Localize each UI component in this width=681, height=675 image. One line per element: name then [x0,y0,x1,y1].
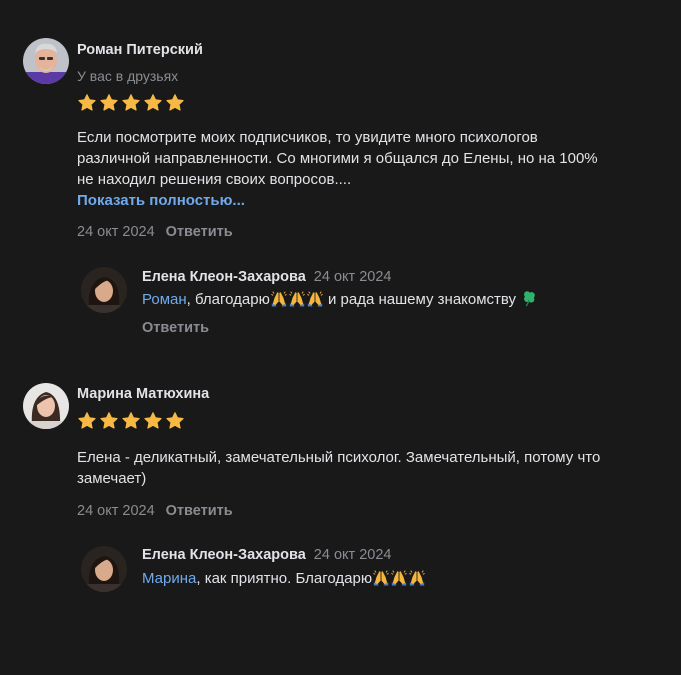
reply-text: Роман, благодарю и рада нашему знакомств… [142,289,538,308]
reply-header: Елена Клеон-Захарова 24 окт 2024 [142,547,391,563]
avatar-elena-image [81,546,127,592]
reply-text: Марина, как приятно. Благодарю [142,568,426,587]
star-icon [77,93,97,113]
reply-avatar[interactable] [81,267,127,313]
avatar[interactable] [23,383,69,429]
avatar-marina-image [23,383,69,429]
star-icon [99,93,119,113]
star-icon [121,93,141,113]
friend-status: У вас в друзьях [77,68,179,84]
reply-author-name[interactable]: Елена Клеон-Захарова [142,547,306,563]
rating-stars [77,93,185,113]
reply-button[interactable]: Ответить [166,224,233,240]
review-text-line: Елена - деликатный, замечательный психол… [77,449,601,466]
review-text: Елена - деликатный, замечательный психол… [77,447,600,489]
review-author-name[interactable]: Марина Матюхина [77,386,209,402]
star-icon [143,93,163,113]
mention-link[interactable]: Марина [142,570,196,587]
avatar-elena-image [81,267,127,313]
avatar[interactable] [23,38,69,84]
star-icon [165,93,185,113]
review-meta: 24 окт 2024 Ответить [77,503,233,519]
clover-emoji [520,289,538,307]
review-date: 24 окт 2024 [77,503,155,519]
show-more-link[interactable]: Показать полностью... [77,190,598,211]
rating-stars [77,411,185,431]
reply-text-part: и рада нашему знакомству [323,291,521,308]
review-text: Если посмотрите моих подписчиков, то уви… [77,127,598,211]
reply-author-name[interactable]: Елена Клеон-Захарова [142,269,306,285]
praying-hands-emoji [390,568,408,586]
praying-hands-emoji [372,568,390,586]
review-text-line: различной направленности. Со многими я о… [77,150,598,167]
reply-text-part: , как приятно. Благодарю [196,570,373,587]
reply-date: 24 окт 2024 [313,269,392,285]
star-icon [99,411,119,431]
star-icon [143,411,163,431]
avatar-roman-image [23,38,69,84]
review-text-line: Если посмотрите моих подписчиков, то уви… [77,129,538,146]
review-date: 24 окт 2024 [77,224,155,240]
reply-button[interactable]: Ответить [166,503,233,519]
mention-link[interactable]: Роман [142,291,187,308]
reply-header: Елена Клеон-Захарова 24 окт 2024 [142,269,391,285]
reply-avatar[interactable] [81,546,127,592]
praying-hands-emoji [270,289,288,307]
review-meta: 24 окт 2024 Ответить [77,224,233,240]
reply-text-part: , благодарю [186,291,270,308]
praying-hands-emoji [288,289,306,307]
review-author-name[interactable]: Роман Питерский [77,42,203,58]
star-icon [165,411,185,431]
praying-hands-emoji [408,568,426,586]
reply-reply-button[interactable]: Ответить [142,320,209,336]
review-text-line: замечает) [77,470,147,487]
praying-hands-emoji [306,289,324,307]
review-text-line: не находил решения своих вопросов.... [77,171,352,188]
reply-date: 24 окт 2024 [313,547,392,563]
star-icon [121,411,141,431]
star-icon [77,411,97,431]
